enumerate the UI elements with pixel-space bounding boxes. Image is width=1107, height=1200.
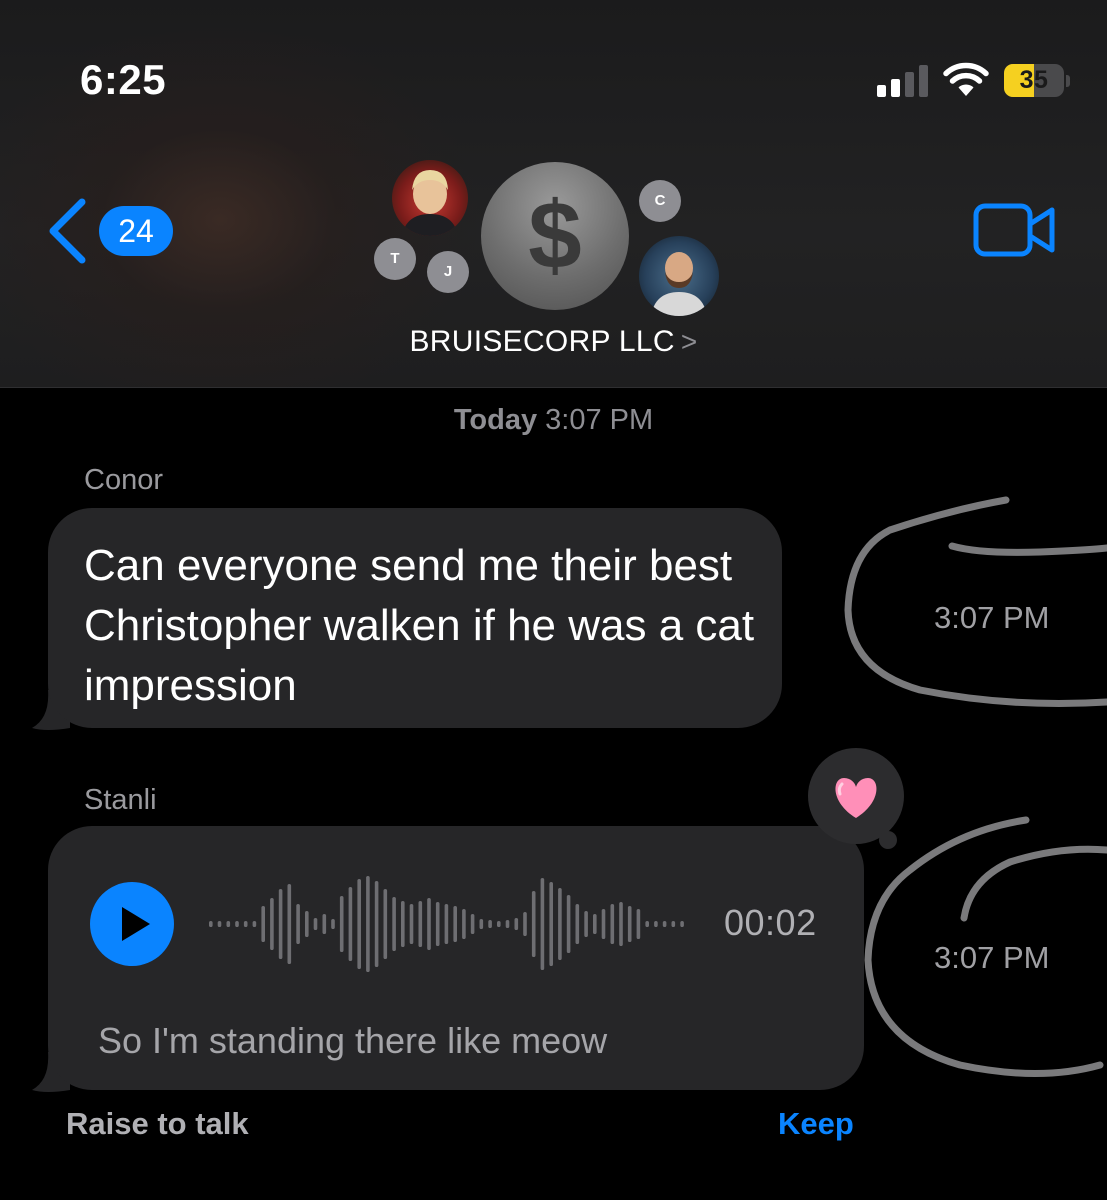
chevron-right-icon: > <box>680 326 698 357</box>
battery-level: 35 <box>1019 66 1049 94</box>
chevron-left-icon <box>49 198 86 264</box>
group-name-label: BRUISECORP LLC <box>409 325 675 358</box>
keep-button[interactable]: Keep <box>778 1106 854 1142</box>
member-initial-avatar: T <box>374 238 416 280</box>
message-text: Can everyone send me their best Christop… <box>84 541 755 710</box>
day-time: 3:07 PM <box>545 404 654 436</box>
member-initial-avatar: J <box>427 251 469 293</box>
hand-drawn-circle <box>864 816 1107 1077</box>
group-avatar[interactable]: $ <box>481 162 629 310</box>
raise-to-talk-label: Raise to talk <box>66 1106 249 1141</box>
member-avatar-photo <box>392 160 468 236</box>
status-time: 6:25 <box>80 56 167 103</box>
audio-message-bubble[interactable]: 00:02 So I'm standing there like meow <box>48 826 864 1090</box>
play-icon <box>122 907 150 941</box>
audio-transcript: So I'm standing there like meow <box>98 1020 608 1061</box>
day-label: Today <box>453 404 538 436</box>
unread-count-badge[interactable]: 24 <box>99 206 173 256</box>
day-timestamp: Today 3:07 PM <box>0 404 1107 437</box>
hand-drawn-circle <box>844 496 1107 707</box>
member-initial-avatar: C <box>639 180 681 222</box>
wifi-icon <box>943 62 989 96</box>
cellular-signal-icon <box>877 63 931 97</box>
play-button[interactable] <box>90 882 174 966</box>
video-call-icon[interactable] <box>973 203 1057 257</box>
conversation-header: 6:25 35 24 T J $ C BRUISECORP LLC > <box>0 0 1107 388</box>
group-name[interactable]: BRUISECORP LLC > <box>0 325 1107 359</box>
sender-name: Stanli <box>84 784 157 816</box>
dollar-icon: $ <box>528 182 582 289</box>
message-bubble[interactable]: Can everyone send me their best Christop… <box>48 508 782 728</box>
audio-waveform[interactable] <box>208 870 688 978</box>
battery-icon: 35 <box>1004 64 1070 97</box>
audio-duration: 00:02 <box>724 902 817 943</box>
sender-name: Conor <box>84 464 163 496</box>
member-avatar-photo <box>639 236 719 316</box>
